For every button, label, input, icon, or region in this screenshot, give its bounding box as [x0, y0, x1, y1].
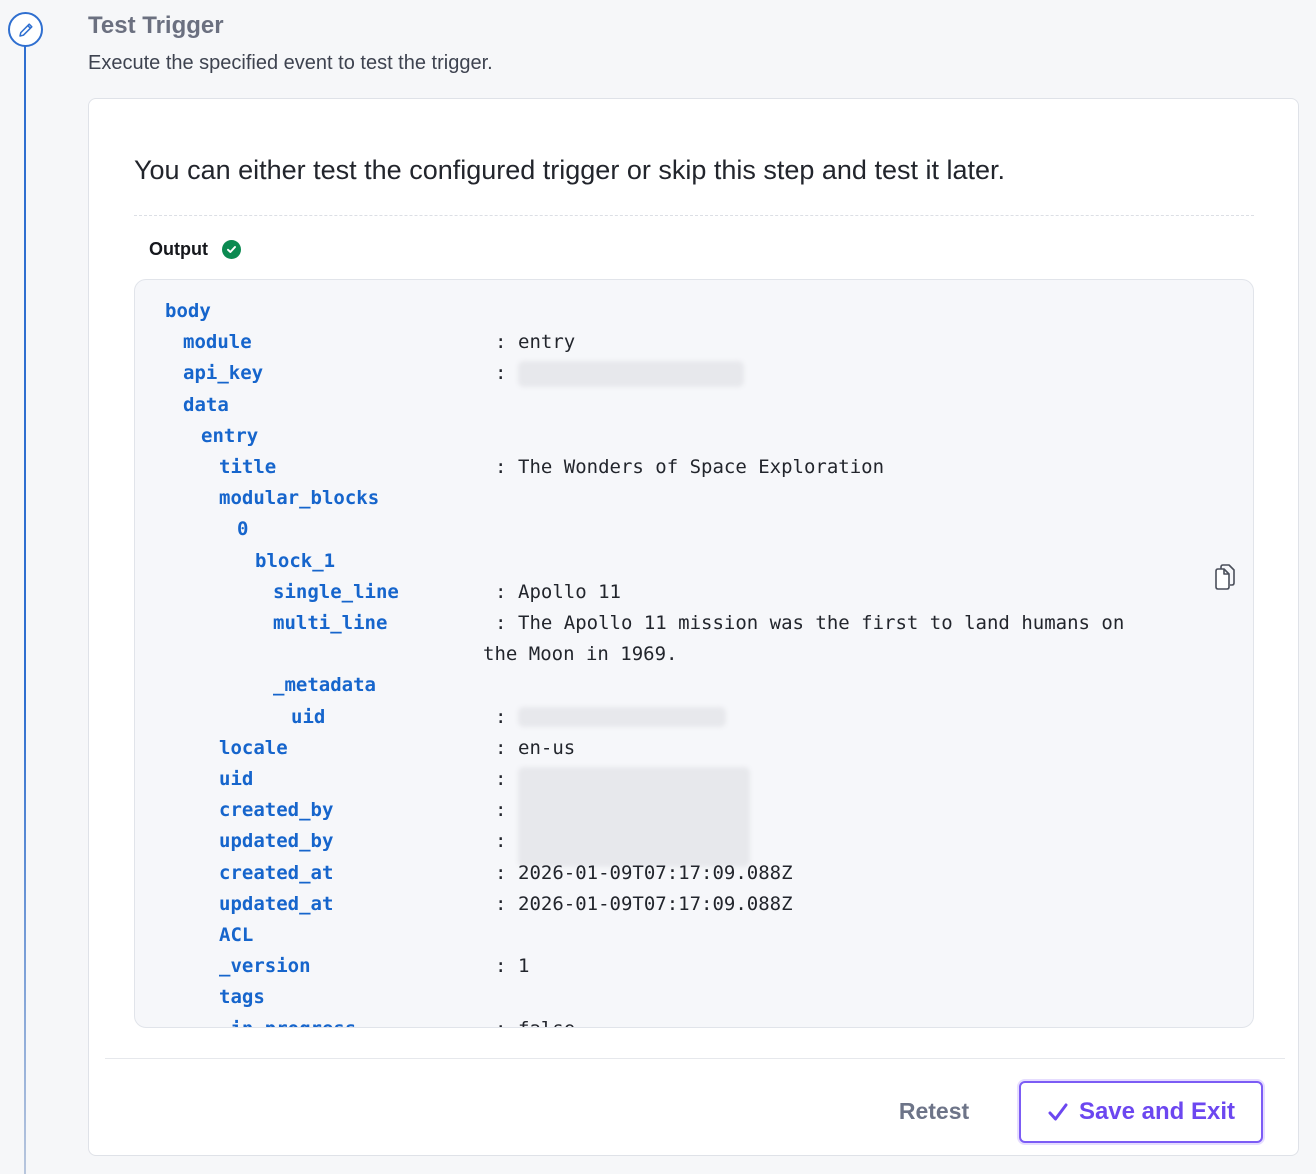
code-line: updated_at:2026-01-09T07:17:09.088Z: [135, 889, 1253, 920]
code-line: multi_line: The Apollo 11 mission was the…: [135, 608, 1253, 639]
code-key: uid: [291, 705, 326, 728]
code-line: modular_blocks: [135, 483, 1253, 514]
step-description: Execute the specified event to test the …: [88, 52, 493, 74]
code-key: body: [165, 300, 211, 322]
code-line: 0: [135, 514, 1253, 545]
code-colon: :: [495, 1014, 506, 1027]
code-value: 2026-01-09T07:17:09.088Z: [518, 892, 793, 915]
code-colon: :: [495, 736, 507, 759]
code-key: block_1: [255, 549, 336, 572]
pencil-icon: [8, 12, 43, 47]
code-line: tags: [135, 982, 1253, 1013]
code-line: _version:1: [135, 951, 1253, 982]
footer-divider: [105, 1058, 1285, 1059]
code-line: _metadata: [135, 670, 1253, 701]
code-key: module: [183, 331, 252, 354]
code-line: created_at:2026-01-09T07:17:09.088Z: [135, 858, 1253, 889]
code-value: The Apollo 11 mission was the first to l…: [518, 612, 1125, 634]
success-check-icon: [221, 240, 241, 259]
code-value: Apollo 11: [518, 580, 621, 603]
checkmark-icon: [1048, 1103, 1068, 1121]
code-value: en-us: [518, 736, 576, 759]
code-colon: :: [495, 705, 507, 728]
code-key: locale: [219, 736, 288, 759]
code-line: ACL: [135, 920, 1253, 951]
code-value: 2026-01-09T07:17:09.088Z: [518, 861, 793, 884]
page: Test Trigger Execute the specified event…: [0, 0, 1316, 1174]
code-key: title: [219, 456, 277, 478]
code-key: _in_progress: [219, 1014, 356, 1027]
code-key: ACL: [219, 924, 254, 946]
code-line: title: The Wonders of Space Exploration: [135, 452, 1253, 483]
step-rail: [24, 40, 26, 1174]
code-line: _in_progress: false: [135, 1014, 1253, 1027]
code-line: data: [135, 390, 1253, 421]
code-colon: :: [495, 331, 507, 354]
code-value: 1: [518, 955, 530, 978]
code-colon: :: [495, 768, 507, 790]
code-colon: :: [495, 861, 507, 884]
intro-text: You can either test the configured trigg…: [134, 155, 1006, 185]
code-colon: :: [495, 892, 507, 915]
code-line: body: [135, 296, 1253, 327]
code-colon: :: [495, 456, 507, 478]
code-line: uid:: [135, 764, 1253, 867]
code-value-continuation: the Moon in 1969.: [483, 643, 678, 666]
code-key: multi_line: [273, 612, 388, 634]
code-value: false: [518, 1014, 575, 1027]
code-line: updated_by:: [135, 826, 1253, 857]
code-line: created_by:: [135, 795, 1253, 826]
code-key: updated_at: [219, 892, 334, 915]
code-line: block_1: [135, 546, 1253, 577]
code-line: uid:: [135, 702, 1253, 733]
code-key: created_at: [219, 861, 334, 884]
code-line: single_line: Apollo 11: [135, 577, 1253, 608]
code-colon: :: [495, 955, 507, 978]
code-key: api_key: [183, 362, 264, 385]
output-header: Output: [149, 239, 241, 260]
code-colon: :: [495, 362, 507, 385]
code-colon: :: [495, 580, 507, 603]
code-key: updated_by: [219, 830, 334, 853]
code-key: _metadata: [273, 674, 376, 697]
retest-button[interactable]: Retest: [879, 1083, 989, 1139]
save-and-exit-label: Save and Exit: [1078, 1098, 1236, 1125]
code-key: data: [183, 393, 229, 416]
code-key: modular_blocks: [219, 487, 380, 510]
code-key: tags: [219, 986, 265, 1009]
divider: [134, 215, 1254, 216]
copy-icon[interactable]: [1213, 563, 1237, 591]
code-line: locale: en-us: [135, 733, 1253, 764]
code-key: created_by: [219, 799, 334, 822]
code-value: The Wonders of Space Exploration: [518, 456, 885, 478]
redacted-value: [518, 707, 726, 728]
code-line: entry: [135, 421, 1253, 452]
code-colon: :: [495, 612, 507, 634]
code-line: module: entry: [135, 327, 1253, 358]
code-key: 0: [237, 518, 249, 541]
code-value: entry: [518, 331, 576, 354]
output-label: Output: [149, 239, 208, 259]
code-colon: :: [495, 830, 507, 853]
test-trigger-card: You can either test the configured trigg…: [88, 98, 1299, 1156]
code-key: single_line: [273, 580, 399, 603]
code-line-continuation: the Moon in 1969.: [135, 639, 1253, 670]
redacted-value: [518, 360, 744, 387]
save-and-exit-button[interactable]: Save and Exit: [1019, 1081, 1263, 1143]
code-key: entry: [201, 424, 259, 447]
code-colon: :: [495, 799, 507, 822]
step-title: Test Trigger: [88, 12, 224, 39]
output-code-viewer[interactable]: body module: entry api_key: data entry title: T…: [134, 279, 1254, 1028]
code-key: uid: [219, 768, 254, 790]
code-line: api_key:: [135, 358, 1253, 389]
code-key: _version: [219, 955, 311, 978]
